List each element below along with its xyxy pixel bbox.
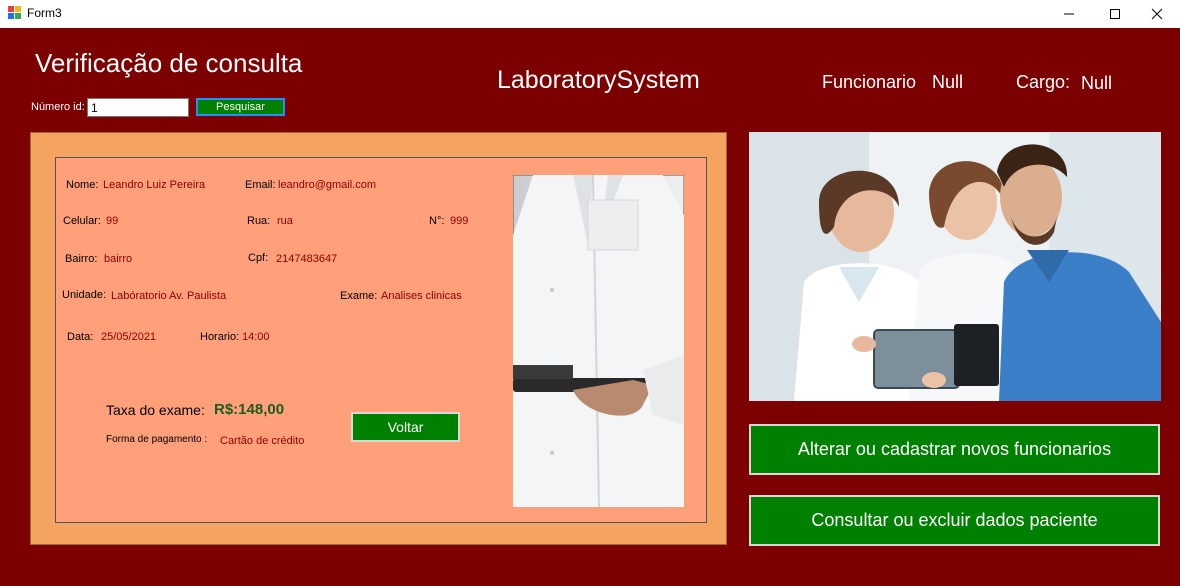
pesquisar-button[interactable]: Pesquisar xyxy=(196,98,285,116)
consultar-paciente-button[interactable]: Consultar ou excluir dados paciente xyxy=(749,495,1160,546)
data-label: Data: xyxy=(67,331,94,343)
id-input[interactable] xyxy=(87,98,189,117)
pagamento-label: Forma de pagamento : xyxy=(106,434,208,445)
pagamento-value: Cartão de crédito xyxy=(220,435,305,447)
voltar-button[interactable]: Voltar xyxy=(351,412,460,442)
bairro-label: Bairro: xyxy=(65,253,98,265)
cpf-label: Cpf: xyxy=(248,252,269,264)
window-title: Form3 xyxy=(27,6,62,20)
doctor-image xyxy=(513,175,684,507)
taxa-label: Taxa do exame: xyxy=(106,402,205,418)
patient-details-panel: Nome: Leandro Luiz Pereira Email: leandr… xyxy=(55,157,707,523)
maximize-button[interactable] xyxy=(1092,0,1138,28)
horario-value: 14:00 xyxy=(242,331,270,343)
email-label: Email: xyxy=(245,179,276,191)
email-value: leandro@gmail.com xyxy=(278,179,376,191)
nome-value: Leandro Luiz Pereira xyxy=(103,179,206,191)
id-label: Número id: xyxy=(31,101,85,113)
celular-label: Celular: xyxy=(63,215,101,227)
exame-value: Analises clinicas xyxy=(381,290,462,302)
alterar-funcionarios-button[interactable]: Alterar ou cadastrar novos funcionarios xyxy=(749,424,1160,475)
celular-value: 99 xyxy=(106,215,119,227)
nome-label: Nome: xyxy=(66,179,99,191)
cpf-value: 2147483647 xyxy=(276,253,338,265)
minimize-icon xyxy=(1064,13,1074,15)
window-title-bar: Form3 xyxy=(0,0,1180,28)
minimize-button[interactable] xyxy=(1046,0,1092,28)
numero-label: N°: xyxy=(429,215,445,227)
cargo-value: Null xyxy=(1081,73,1113,93)
rua-label: Rua: xyxy=(247,215,271,227)
bairro-value: bairro xyxy=(104,253,133,265)
close-icon xyxy=(1151,8,1163,20)
consulta-panel: Nome: Leandro Luiz Pereira Email: leandr… xyxy=(30,132,727,545)
numero-value: 999 xyxy=(450,215,469,227)
form-body: Verificação de consulta LaboratorySystem… xyxy=(0,28,1180,586)
horario-label: Horario: xyxy=(200,331,240,343)
taxa-value: R$:148,00 xyxy=(214,401,285,418)
rua-value: rua xyxy=(277,215,293,227)
medical-team-image xyxy=(749,132,1161,401)
unidade-value: Labóratorio Av. Paulista xyxy=(111,290,227,302)
maximize-icon xyxy=(1110,9,1120,19)
close-button[interactable] xyxy=(1134,0,1180,28)
exame-label: Exame: xyxy=(340,290,378,302)
data-value: 25/05/2021 xyxy=(101,331,157,343)
funcionario-label: Funcionario xyxy=(822,72,917,92)
unidade-label: Unidade: xyxy=(62,289,107,301)
cargo-label: Cargo: xyxy=(1016,72,1071,92)
app-icon xyxy=(8,6,21,19)
page-title: Verificação de consulta xyxy=(35,48,303,78)
funcionario-value: Null xyxy=(932,72,964,92)
app-name: LaboratorySystem xyxy=(497,66,700,94)
